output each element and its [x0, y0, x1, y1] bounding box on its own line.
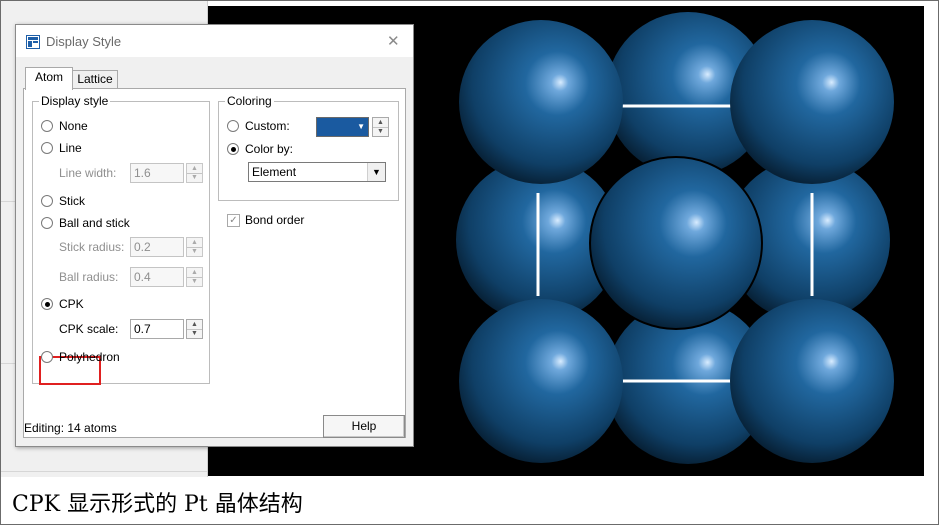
- radio-polyhedron[interactable]: [41, 351, 53, 363]
- line-width-label: Line width:: [59, 166, 117, 180]
- spin-down-icon[interactable]: ▼: [187, 173, 202, 182]
- cpk-label: CPK: [59, 297, 84, 311]
- radio-stick[interactable]: [41, 195, 53, 207]
- radio-none[interactable]: [41, 120, 53, 132]
- display-style-dialog: Display Style ✕ Atom Lattice Display sty…: [15, 24, 414, 447]
- spin-down-icon[interactable]: ▼: [187, 247, 202, 256]
- color-by-label: Color by:: [245, 142, 294, 156]
- atom-sphere: [730, 299, 894, 463]
- chevron-down-icon: ▼: [357, 122, 365, 131]
- line-width-spin: ▲ ▼: [186, 163, 203, 183]
- color-spin: ▲ ▼: [372, 117, 389, 137]
- radio-custom[interactable]: [227, 120, 239, 132]
- stick-radius-field[interactable]: 0.2: [130, 237, 184, 257]
- ball-and-stick-label: Ball and stick: [59, 216, 130, 230]
- spin-down-icon[interactable]: ▼: [187, 329, 202, 338]
- dialog-title: Display Style: [46, 34, 122, 49]
- coloring-group-title: Coloring: [225, 94, 274, 108]
- cpk-scale-field[interactable]: 0.7: [130, 319, 184, 339]
- window-icon: [26, 35, 40, 49]
- divider: [1, 471, 207, 472]
- figure-caption: CPK 显示形式的 Pt 晶体结构: [12, 492, 303, 517]
- cpk-scale-label: CPK scale:: [59, 322, 119, 336]
- radio-color-by[interactable]: [227, 143, 239, 155]
- close-icon[interactable]: ✕: [387, 32, 400, 50]
- bond-order-label: Bond order: [245, 213, 305, 227]
- stick-radius-label: Stick radius:: [59, 240, 125, 254]
- custom-label: Custom:: [245, 119, 290, 133]
- ball-radius-field[interactable]: 0.4: [130, 267, 184, 287]
- ball-radius-spin: ▲ ▼: [186, 267, 203, 287]
- none-label: None: [59, 119, 88, 133]
- cpk-scale-spin: ▲ ▼: [186, 319, 203, 339]
- atom-sphere: [730, 20, 894, 184]
- stick-radius-spin: ▲ ▼: [186, 237, 203, 257]
- radio-ball-and-stick[interactable]: [41, 217, 53, 229]
- spin-down-icon[interactable]: ▼: [187, 277, 202, 286]
- spin-down-icon[interactable]: ▼: [373, 127, 388, 136]
- tab-lattice[interactable]: Lattice: [72, 70, 118, 89]
- atom-sphere: [459, 20, 623, 184]
- radio-cpk[interactable]: [41, 298, 53, 310]
- polyhedron-label: Polyhedron: [59, 350, 120, 364]
- status-text: Editing: 14 atoms: [24, 421, 117, 435]
- atom-sphere: [589, 156, 763, 330]
- display-style-group-title: Display style: [39, 94, 111, 108]
- tab-atom[interactable]: Atom: [25, 67, 73, 90]
- atom-sphere: [459, 299, 623, 463]
- ball-radius-label: Ball radius:: [59, 270, 119, 284]
- line-label: Line: [59, 141, 82, 155]
- stick-label: Stick: [59, 194, 86, 208]
- bond-order-checkbox[interactable]: ✓: [227, 214, 240, 227]
- atom-tab-panel: Display style None Line Line width: 1.6 …: [23, 88, 406, 438]
- color-by-select[interactable]: Element ▼: [248, 162, 386, 182]
- line-width-field[interactable]: 1.6: [130, 163, 184, 183]
- help-button[interactable]: Help: [323, 415, 405, 438]
- custom-color-picker[interactable]: ▼: [316, 117, 369, 137]
- color-by-value: Element: [252, 165, 297, 179]
- dialog-titlebar[interactable]: Display Style ✕: [16, 25, 413, 57]
- chevron-down-icon[interactable]: ▼: [367, 163, 385, 181]
- radio-line[interactable]: [41, 142, 53, 154]
- dialog-body: Atom Lattice Display style None Line Lin…: [16, 57, 413, 446]
